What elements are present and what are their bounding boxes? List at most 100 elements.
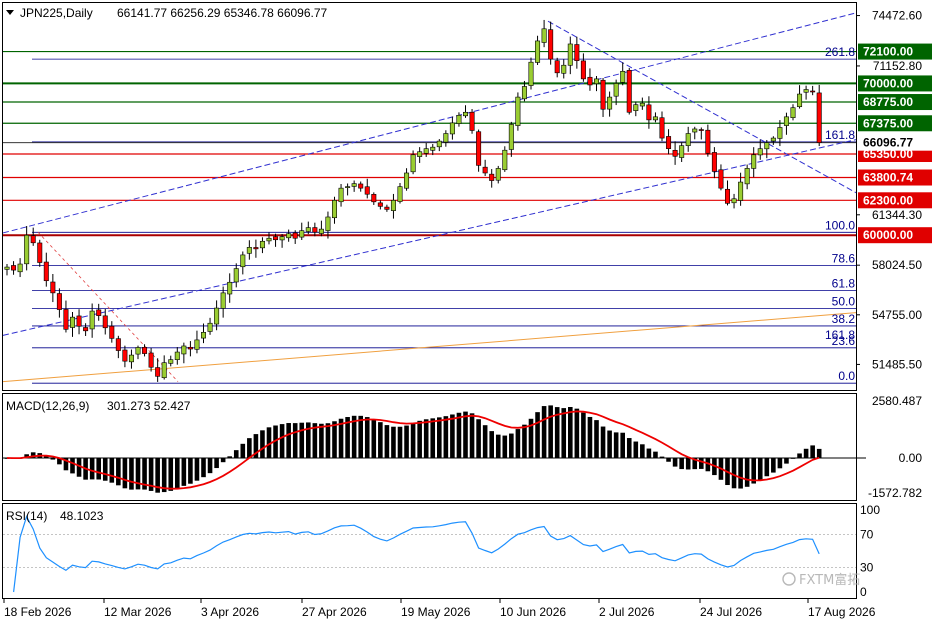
bear-candle bbox=[626, 70, 632, 113]
bull-candle bbox=[508, 124, 514, 150]
macd-bar bbox=[188, 458, 193, 484]
rsi-y-tick-label: 30 bbox=[860, 560, 874, 574]
bull-candle bbox=[246, 247, 252, 254]
macd-bar bbox=[89, 458, 95, 480]
bear-candle bbox=[96, 309, 102, 316]
macd-bar bbox=[522, 424, 527, 459]
bull-candle bbox=[181, 345, 187, 355]
bull-candle bbox=[128, 354, 134, 363]
macd-bar bbox=[495, 434, 501, 459]
bull-candle bbox=[738, 181, 744, 201]
macd-bar bbox=[607, 430, 612, 459]
macd-label: MACD(12,26,9) bbox=[6, 399, 89, 413]
macd-bar bbox=[803, 448, 809, 459]
macd-bar bbox=[96, 458, 101, 480]
macd-bar bbox=[384, 425, 390, 459]
rsi-line bbox=[13, 515, 820, 593]
bull-candle bbox=[436, 140, 442, 148]
macd-bar bbox=[640, 444, 645, 459]
bull-candle bbox=[404, 172, 410, 189]
bull-candle bbox=[535, 40, 541, 63]
macd-bar bbox=[286, 423, 291, 459]
resistance-price-box-label: 70000.00 bbox=[863, 76, 913, 90]
y-tick-label: 54755.00 bbox=[872, 308, 922, 322]
bull-candle bbox=[240, 254, 246, 268]
bull-candle bbox=[633, 104, 639, 111]
bear-candle bbox=[76, 315, 82, 327]
x-tick-label: 12 Mar 2026 bbox=[104, 605, 172, 619]
y-tick-label: 51485.50 bbox=[872, 357, 922, 371]
panel-frames bbox=[2, 2, 857, 599]
bull-candle bbox=[495, 168, 501, 181]
macd-bar bbox=[102, 458, 108, 481]
chart-header: JPN225,Daily 66141.77 66256.29 65346.78 … bbox=[6, 6, 328, 20]
bear-candle bbox=[50, 281, 56, 294]
rsi-y-tick-label: 0 bbox=[860, 585, 867, 599]
macd-bar bbox=[299, 422, 305, 459]
bull-candle bbox=[70, 316, 76, 328]
macd-bar bbox=[771, 458, 776, 473]
macd-bar bbox=[502, 435, 508, 459]
axis-labels: 74472.60 71152.80 61344.30 58024.50 54755.00… bbox=[3, 9, 932, 619]
resistance-price-box-label: 72100.00 bbox=[863, 45, 913, 59]
macd-bar bbox=[292, 423, 298, 459]
bull-candle bbox=[4, 266, 10, 270]
bear-candle bbox=[11, 265, 17, 271]
bear-candle bbox=[816, 92, 822, 143]
bull-candle bbox=[797, 93, 803, 108]
bull-candle bbox=[227, 281, 233, 295]
bull-candle bbox=[351, 183, 357, 187]
macd-bar bbox=[777, 458, 783, 469]
bull-candle bbox=[561, 64, 567, 74]
bear-candle bbox=[312, 227, 318, 233]
price-levels bbox=[3, 50, 856, 384]
macd-bar bbox=[810, 445, 815, 459]
fib-level-label: 38.2 bbox=[832, 312, 856, 326]
macd-bar bbox=[122, 458, 128, 489]
current-price-box-label: 66096.77 bbox=[863, 136, 913, 150]
bull-candle bbox=[174, 351, 180, 360]
bear-candle bbox=[109, 325, 115, 339]
macd-bar bbox=[581, 412, 586, 459]
x-tick-label: 10 Jun 2026 bbox=[500, 605, 566, 619]
macd-bar bbox=[568, 406, 573, 459]
x-tick-label: 19 May 2026 bbox=[401, 605, 471, 619]
macd-bar bbox=[797, 453, 802, 459]
dropdown-triangle-icon[interactable] bbox=[6, 10, 14, 15]
bear-candle bbox=[666, 136, 672, 149]
rsi-value: 48.1023 bbox=[60, 509, 104, 523]
macd-bar bbox=[207, 458, 213, 474]
bear-candle bbox=[548, 29, 554, 60]
macd-bar bbox=[456, 412, 462, 459]
macd-bar bbox=[548, 405, 553, 459]
chart-canvas[interactable]: 74472.60 71152.80 61344.30 58024.50 54755.00… bbox=[0, 0, 936, 624]
macd-bar bbox=[659, 456, 665, 459]
bear-candle bbox=[122, 349, 128, 362]
bear-candle bbox=[371, 194, 377, 203]
resistance-price-box-label: 67375.00 bbox=[863, 116, 913, 130]
bull-candle bbox=[652, 116, 658, 121]
bear-candle bbox=[574, 44, 580, 61]
bull-candle bbox=[410, 154, 416, 173]
bull-candle bbox=[299, 230, 305, 238]
bear-candle bbox=[698, 129, 704, 131]
bull-candle bbox=[161, 362, 167, 379]
downtrend-line bbox=[547, 20, 857, 194]
rsi-y-tick-label: 70 bbox=[860, 528, 874, 542]
bear-candle bbox=[672, 149, 678, 157]
fib-level-label: 0.0 bbox=[838, 369, 855, 383]
macd-bar bbox=[129, 458, 134, 490]
bull-candle bbox=[259, 240, 265, 249]
bull-candle bbox=[279, 236, 285, 241]
macd-bar bbox=[279, 424, 285, 459]
bear-candle bbox=[43, 261, 49, 282]
bear-candle bbox=[705, 129, 711, 154]
macd-bar bbox=[410, 422, 416, 459]
bull-candle bbox=[757, 148, 763, 156]
support-price-box-label: 62300.00 bbox=[863, 193, 913, 207]
macd-bar bbox=[161, 458, 167, 493]
bull-candle bbox=[201, 332, 207, 339]
bull-candle bbox=[685, 133, 691, 146]
fib-level-label: 50.0 bbox=[832, 294, 856, 308]
macd-bar bbox=[364, 417, 370, 459]
